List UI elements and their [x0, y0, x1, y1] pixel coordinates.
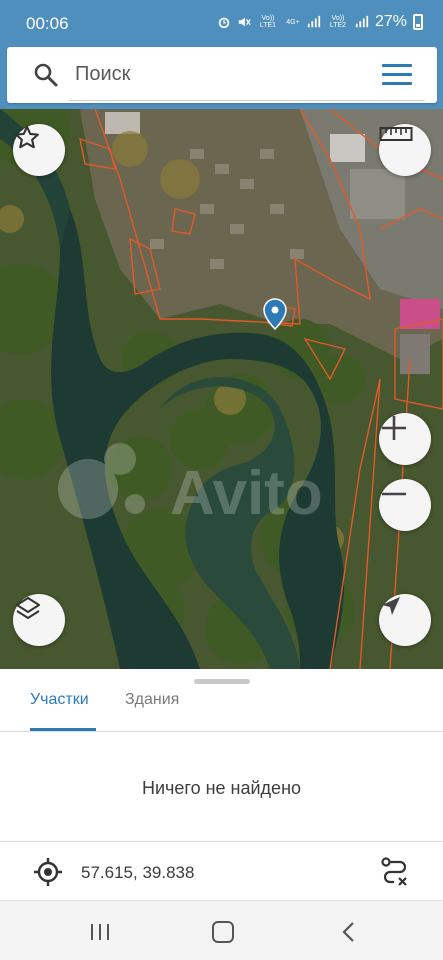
map-watermark: Avito	[170, 459, 323, 528]
battery-icon	[413, 14, 423, 30]
ruler-icon	[379, 127, 413, 141]
sim1-label: Vo)) LTE1	[259, 15, 277, 29]
battery-percent: 27%	[374, 13, 407, 30]
panel-drag-handle[interactable]	[194, 679, 250, 684]
search-input[interactable]: Поиск	[75, 63, 130, 86]
route-clear-icon[interactable]	[380, 856, 410, 888]
crosshair-icon[interactable]	[33, 857, 63, 887]
navigation-arrow-icon	[382, 597, 400, 615]
status-bar: 00:06 Vo)) LTE1 4G+ Vo)) LTE2 27%	[0, 0, 443, 40]
satellite-map[interactable]: Avito	[0, 109, 443, 669]
hamburger-menu-icon	[382, 64, 412, 67]
favorite-button[interactable]	[13, 124, 65, 176]
search-icon[interactable]	[33, 62, 59, 88]
zoom-in-button[interactable]	[379, 413, 431, 465]
coordinates-text: 57.615, 39.838	[81, 863, 195, 882]
status-time: 00:06	[26, 14, 69, 33]
menu-button[interactable]	[382, 64, 412, 86]
layers-button[interactable]	[13, 594, 65, 646]
star-icon	[15, 125, 39, 149]
back-icon[interactable]	[340, 921, 356, 943]
ruler-button[interactable]	[379, 124, 431, 176]
map-imagery: Avito	[0, 109, 443, 669]
content-divider	[0, 841, 443, 842]
minus-icon	[382, 492, 406, 496]
tab-plots[interactable]: Участки	[30, 691, 89, 709]
layers-icon	[16, 597, 40, 619]
signal-icon	[355, 15, 369, 28]
signal-icon	[307, 15, 321, 28]
locate-button[interactable]	[379, 594, 431, 646]
mute-icon	[238, 17, 251, 27]
search-header: Поиск	[0, 40, 443, 110]
recent-apps-icon[interactable]	[89, 923, 111, 941]
sim2-label: Vo)) LTE2	[329, 15, 347, 29]
plus-icon	[382, 416, 406, 440]
empty-results-message: Ничего не найдено	[141, 778, 302, 798]
zoom-out-button[interactable]	[379, 479, 431, 531]
results-panel: Участки Здания Ничего не найдено 57.615,…	[0, 669, 443, 900]
search-bar[interactable]: Поиск	[7, 47, 437, 103]
home-icon[interactable]	[212, 921, 234, 943]
network-type: 4G+	[286, 18, 300, 26]
tabs-divider	[0, 731, 443, 732]
status-icons: Vo)) LTE1 4G+ Vo)) LTE2 27%	[217, 13, 423, 31]
system-nav-bar	[0, 900, 443, 960]
search-underline	[69, 100, 425, 101]
alarm-icon	[218, 17, 230, 29]
tab-buildings[interactable]: Здания	[125, 691, 179, 709]
